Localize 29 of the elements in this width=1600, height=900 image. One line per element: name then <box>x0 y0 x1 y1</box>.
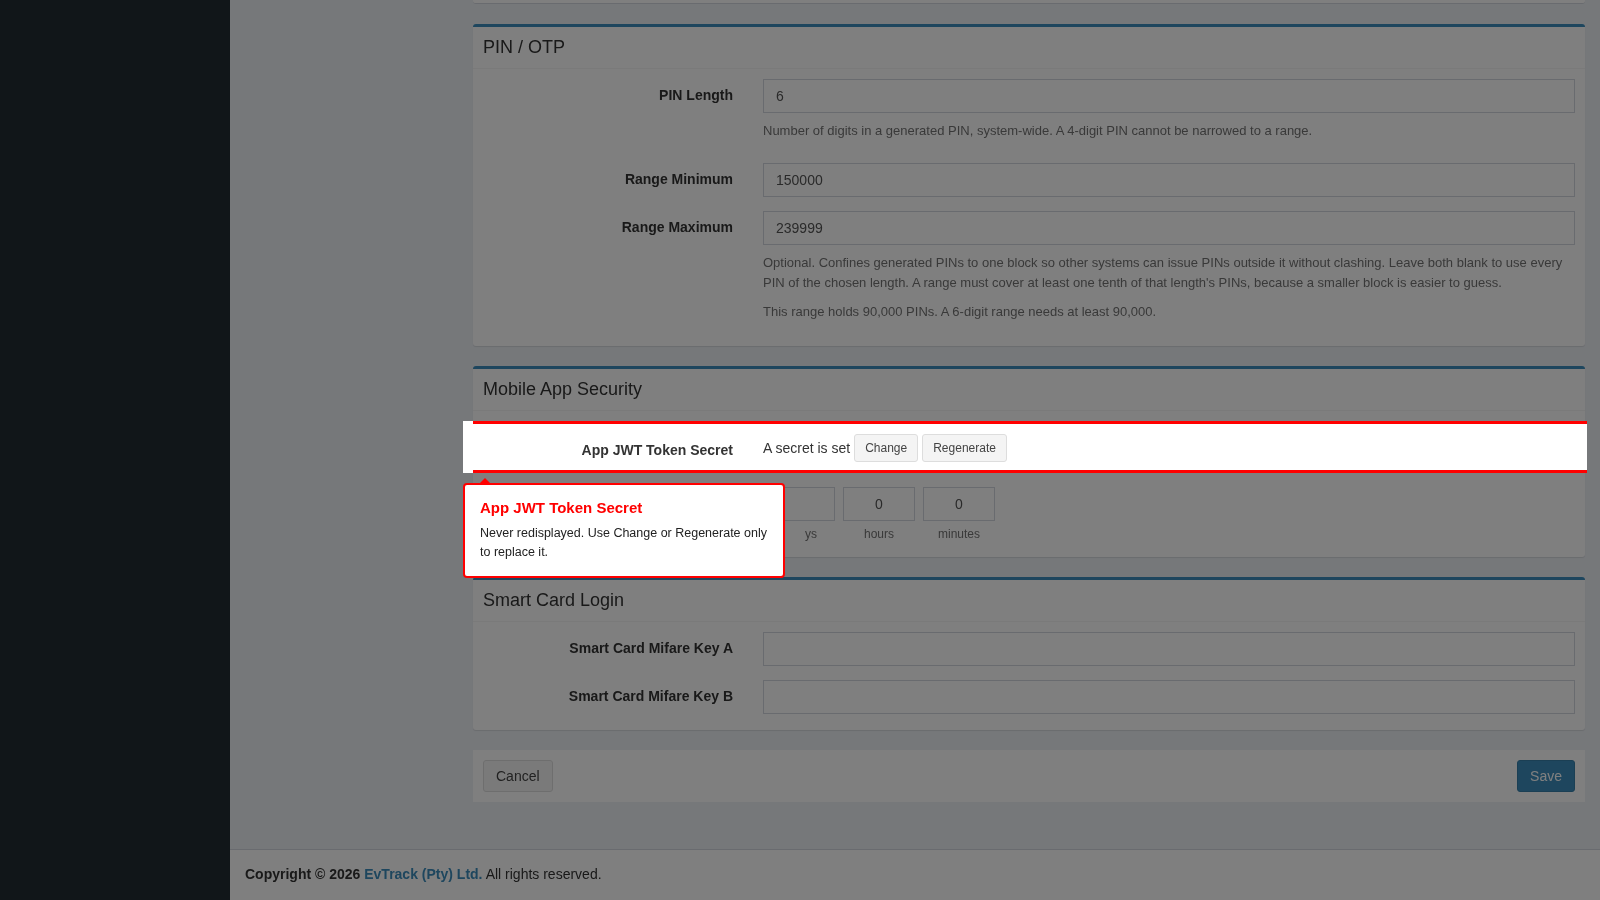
field-label: PIN Length <box>659 86 733 105</box>
input-field[interactable]: 239999 <box>763 211 1575 245</box>
save-button[interactable]: Save <box>1517 760 1575 792</box>
unit-label: minutes <box>938 527 980 541</box>
secret-button[interactable]: Change <box>854 434 919 462</box>
field-label: App JWT Token Secret <box>581 441 733 460</box>
copyright-text: Copyright © 2026 EvTrack (Pty) Ltd. All rights reserved. <box>245 866 602 882</box>
cancel-button[interactable]: Cancel <box>483 760 553 792</box>
panel-title: PIN / OTP <box>483 37 565 57</box>
help-text: This range holds 90,000 PINs. A 6-digit range needs at least 90,000. <box>763 303 1158 321</box>
tooltip-title: App JWT Token Secret <box>480 499 644 516</box>
help-text: Number of digits in a generated PIN, system-wide. A 4-digit PIN cannot be narrowed to a range. <box>763 122 1314 140</box>
help-text: Optional. Confines generated PINs to one block so other systems can issue PINs outside it without clashing. Leave both blank to use every PIN of the chosen length. A range must cover at least one tenth of that length's PINs, because a smaller block is easier to guess. <box>763 254 1564 292</box>
panel-title: Mobile App Security <box>483 379 643 399</box>
unit-label: ys <box>805 527 818 541</box>
unit-label: hours <box>864 527 894 541</box>
duration-field[interactable]: 0 <box>843 487 915 521</box>
panel-title: Smart Card Login <box>483 590 625 610</box>
field-label: Range Minimum <box>624 170 733 189</box>
field-label: Range Maximum <box>621 218 733 237</box>
field-label: Smart Card Mifare Key B <box>568 687 733 706</box>
secret-status: A secret is set <box>763 440 851 456</box>
tooltip-text: Never redisplayed. Use Change or Regenerate only to replace it. <box>480 525 768 561</box>
company-link[interactable]: EvTrack (Pty) Ltd. <box>364 866 483 882</box>
input-field[interactable]: 150000 <box>763 163 1575 197</box>
input-field[interactable]: 6 <box>763 79 1575 113</box>
duration-field[interactable]: 0 <box>923 487 995 521</box>
secret-button[interactable]: Regenerate <box>922 434 1007 462</box>
field-label: Smart Card Mifare Key A <box>569 639 733 658</box>
